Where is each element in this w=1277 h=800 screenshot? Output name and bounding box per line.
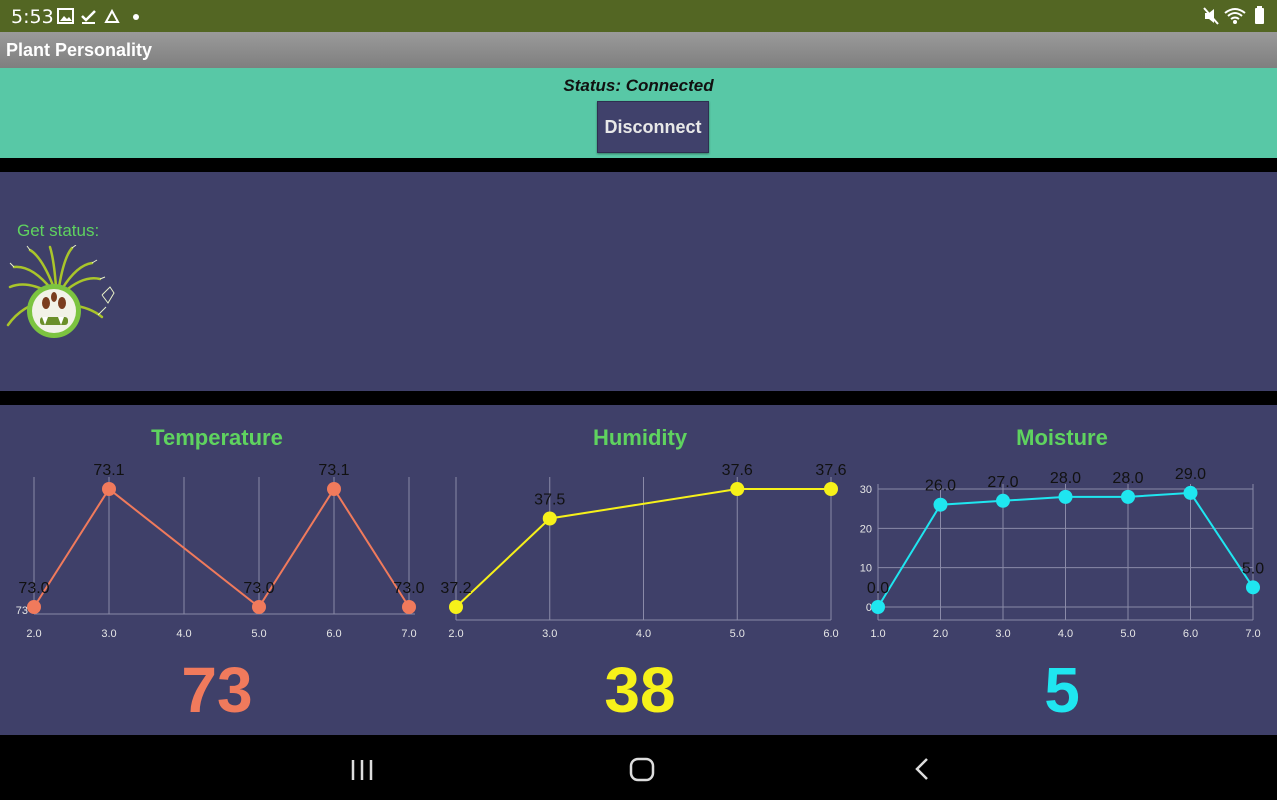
moisture-y-tick-label: 20 bbox=[860, 523, 872, 535]
humidity-data-point bbox=[542, 511, 557, 526]
humidity-data-label: 37.6 bbox=[815, 462, 846, 479]
notification-icons bbox=[57, 8, 139, 24]
temperature-data-point bbox=[402, 600, 416, 614]
temperature-x-tick-label: 2.0 bbox=[26, 628, 41, 640]
moisture-data-label: 0.0 bbox=[867, 580, 889, 597]
app-title-bar: Plant Personality bbox=[0, 32, 1277, 68]
drive-icon bbox=[104, 8, 120, 23]
humidity-x-tick-label: 5.0 bbox=[730, 628, 745, 640]
temperature-data-label: 73.1 bbox=[318, 462, 349, 479]
humidity-data-label: 37.6 bbox=[722, 462, 753, 479]
temperature-x-tick-label: 5.0 bbox=[251, 628, 266, 640]
temperature-data-label: 73.0 bbox=[18, 580, 49, 597]
temperature-data-point bbox=[252, 600, 266, 614]
humidity-x-tick-label: 6.0 bbox=[823, 628, 838, 640]
connection-status: Status: Connected bbox=[563, 76, 714, 95]
moisture-data-point bbox=[933, 497, 948, 512]
home-icon[interactable] bbox=[622, 749, 662, 789]
temperature-data-point bbox=[327, 482, 341, 496]
temperature-current-value: 73 bbox=[181, 654, 253, 726]
moisture-data-label: 28.0 bbox=[1050, 470, 1081, 487]
moisture-y-tick-label: 30 bbox=[860, 484, 872, 496]
temperature-x-tick-label: 7.0 bbox=[401, 628, 416, 640]
temperature-data-point bbox=[102, 482, 116, 496]
moisture-data-point bbox=[1246, 580, 1260, 595]
navigation-bar bbox=[0, 735, 1277, 800]
plant-character-icon[interactable] bbox=[2, 245, 120, 345]
moisture-data-label: 27.0 bbox=[987, 474, 1018, 491]
back-icon[interactable] bbox=[902, 749, 942, 789]
humidity-current-value: 38 bbox=[604, 654, 676, 726]
moisture-data-label: 5.0 bbox=[1242, 560, 1264, 577]
app-title: Plant Personality bbox=[6, 40, 153, 60]
humidity-data-label: 37.5 bbox=[534, 492, 565, 509]
moisture-x-tick-label: 1.0 bbox=[870, 628, 885, 640]
moisture-data-point bbox=[871, 600, 885, 614]
moisture-data-point bbox=[1183, 485, 1198, 500]
humidity-x-tick-label: 2.0 bbox=[448, 628, 463, 640]
moisture-data-point bbox=[996, 493, 1010, 508]
humidity-x-tick-label: 3.0 bbox=[542, 628, 557, 640]
moisture-x-tick-label: 5.0 bbox=[1120, 628, 1135, 640]
temperature-x-tick-label: 6.0 bbox=[326, 628, 341, 640]
disconnect-button[interactable]: Disconnect bbox=[597, 101, 709, 153]
temperature-data-label: 73.0 bbox=[393, 580, 424, 597]
moisture-x-tick-label: 3.0 bbox=[995, 628, 1010, 640]
temperature-y-tick-label: 73 bbox=[16, 605, 28, 617]
humidity-data-label: 37.2 bbox=[440, 580, 471, 597]
recents-icon[interactable] bbox=[342, 749, 382, 789]
moisture-current-value: 5 bbox=[1044, 654, 1080, 726]
moisture-data-label: 28.0 bbox=[1112, 470, 1143, 487]
mute-icon bbox=[1203, 7, 1219, 25]
temperature-data-label: 73.0 bbox=[243, 580, 274, 597]
temperature-data-label: 73.1 bbox=[93, 462, 124, 479]
sensor-charts-panel: Temperature Humidity Moisture 2.0 3.0 4.0 5… bbox=[0, 405, 1277, 735]
humidity-data-point bbox=[824, 482, 838, 496]
status-bar: 5:53 bbox=[0, 0, 1277, 32]
moisture-x-tick-label: 6.0 bbox=[1183, 628, 1198, 640]
humidity-x-tick-label: 4.0 bbox=[636, 628, 651, 640]
moisture-data-label: 26.0 bbox=[925, 478, 956, 495]
moisture-x-tick-label: 2.0 bbox=[933, 628, 948, 640]
moisture-data-label: 29.0 bbox=[1175, 466, 1206, 483]
status-panel: Get status: bbox=[0, 172, 1277, 391]
humidity-data-point bbox=[730, 482, 745, 496]
temperature-data-point bbox=[27, 600, 41, 614]
moisture-data-point bbox=[1058, 489, 1073, 504]
temperature-x-tick-label: 3.0 bbox=[101, 628, 116, 640]
moisture-x-tick-label: 7.0 bbox=[1245, 628, 1260, 640]
moisture-x-tick-label: 4.0 bbox=[1058, 628, 1073, 640]
system-icons bbox=[1203, 6, 1264, 25]
wifi-icon bbox=[1224, 8, 1246, 24]
clock: 5:53 bbox=[11, 6, 54, 28]
temperature-series-line bbox=[33, 487, 410, 609]
connection-panel: Status: Connected Disconnect bbox=[0, 68, 1277, 158]
humidity-data-point bbox=[449, 600, 463, 614]
image-icon bbox=[57, 8, 74, 24]
get-status-label: Get status: bbox=[17, 221, 100, 240]
moisture-y-tick-label: 10 bbox=[860, 563, 872, 575]
temperature-x-tick-label: 4.0 bbox=[176, 628, 191, 640]
moisture-data-point bbox=[1121, 489, 1135, 504]
dot-icon bbox=[133, 14, 139, 20]
battery-icon bbox=[1255, 6, 1264, 24]
checkmark-icon bbox=[81, 10, 96, 24]
